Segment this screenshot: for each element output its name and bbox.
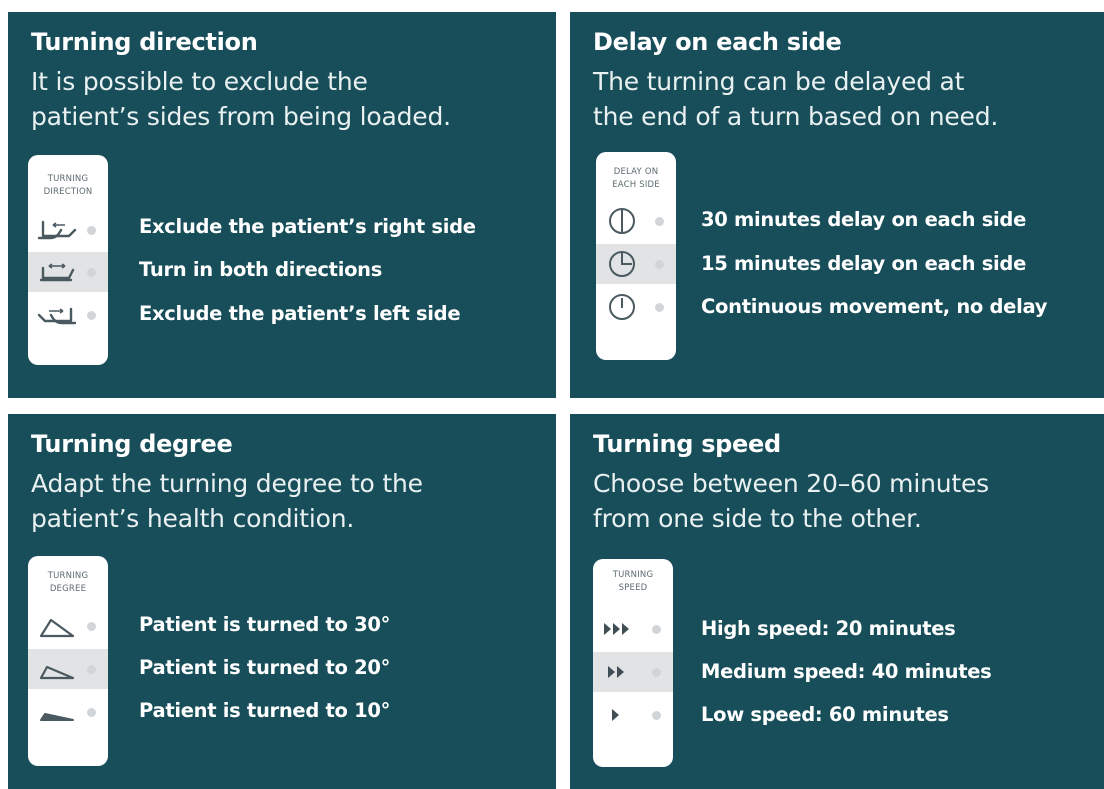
option-both-directions[interactable] [28,252,108,292]
control-header: TURNING DIRECTION [43,174,93,197]
indicator-dot [652,625,661,634]
panel-description: The turning can be delayed at the end of… [593,67,999,131]
panel-description: Adapt the turning degree to the patient’… [31,469,423,533]
indicator-dot [655,217,664,226]
bed-tilt-right-arrow-icon [37,307,77,325]
clock-15-icon [609,251,635,277]
option-speed-medium[interactable] [593,652,673,692]
angle-20-icon [39,665,75,680]
panel-title: Turning direction [31,28,258,56]
option-label: Medium speed: 40 minutes [701,660,992,683]
turning-degree-control: TURNING DEGREE [28,556,108,766]
angle-10-icon [40,713,74,721]
indicator-dot [87,268,96,277]
delay-panel: Delay on each side The turning can be de… [570,12,1104,398]
bed-both-arrows-icon [39,263,75,282]
option-delay-30[interactable] [596,201,676,241]
turning-speed-panel: Turning speed Choose between 20–60 minut… [570,414,1104,789]
indicator-dot [655,303,664,312]
option-speed-low[interactable] [593,695,673,735]
panel-description: It is possible to exclude the patient’s … [31,67,451,131]
option-no-delay[interactable] [596,287,676,327]
option-label: 30 minutes delay on each side [701,208,1027,231]
single-chevron-icon [612,709,619,721]
option-label: Patient is turned to 20° [139,656,391,679]
clock-30-icon [609,208,635,234]
turning-direction-control: TURNING DIRECTION [28,155,108,365]
option-label: High speed: 20 minutes [701,617,956,640]
indicator-dot [655,260,664,269]
double-chevron-icon [608,666,624,678]
indicator-dot [87,311,96,320]
indicator-dot [652,668,661,677]
panel-title: Delay on each side [593,28,842,56]
option-delay-15[interactable] [596,244,676,284]
control-header: DELAY ON EACH SIDE [612,167,660,190]
option-degree-10[interactable] [28,692,108,732]
indicator-dot [652,711,661,720]
bed-tilt-left-arrow-icon [37,220,77,240]
option-label: 15 minutes delay on each side [701,252,1027,275]
control-header: TURNING SPEED [612,570,654,593]
option-label: Patient is turned to 30° [139,613,391,636]
clock-0-icon [609,294,635,320]
turning-speed-control: TURNING SPEED [593,559,673,767]
turning-degree-panel: Turning degree Adapt the turning degree … [8,414,556,789]
triple-chevron-icon [604,623,629,635]
indicator-dot [87,708,96,717]
option-label: Exclude the patient’s right side [139,215,476,238]
indicator-dot [87,665,96,674]
indicator-dot [87,622,96,631]
option-exclude-right[interactable] [28,210,108,250]
option-speed-high[interactable] [593,609,673,649]
turning-direction-panel: Turning direction It is possible to excl… [8,12,556,398]
panel-title: Turning speed [593,430,781,458]
option-label: Low speed: 60 minutes [701,703,949,726]
option-degree-20[interactable] [28,649,108,689]
option-degree-30[interactable] [28,606,108,646]
delay-control: DELAY ON EACH SIDE [596,152,676,360]
angle-30-icon [39,618,75,638]
control-header: TURNING DEGREE [47,571,89,594]
option-label: Patient is turned to 10° [139,699,391,722]
panel-title: Turning degree [31,430,233,458]
panel-description: Choose between 20–60 minutes from one si… [593,469,989,533]
option-label: Exclude the patient’s left side [139,302,461,325]
option-label: Turn in both directions [139,258,383,281]
option-label: Continuous movement, no delay [701,295,1048,318]
indicator-dot [87,226,96,235]
option-exclude-left[interactable] [28,295,108,335]
